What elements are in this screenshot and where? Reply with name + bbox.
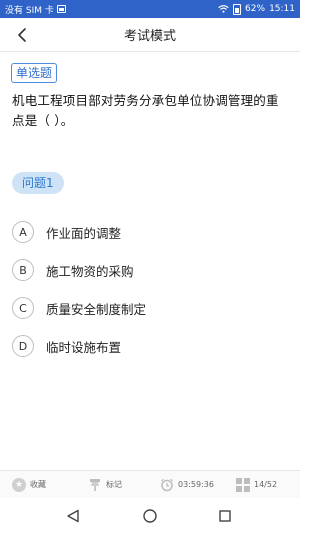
- clock-time: 15:11: [269, 4, 295, 14]
- status-bar: 没有 SIM 卡 62% 15:11: [0, 0, 300, 18]
- image-notification-icon: [56, 5, 66, 13]
- wifi-icon: [218, 5, 229, 13]
- option-letter: A: [12, 221, 34, 243]
- progress-text: 14/52: [254, 480, 278, 489]
- option-c[interactable]: C 质量安全制度制定: [12, 289, 290, 327]
- option-d[interactable]: D 临时设施布置: [12, 327, 290, 365]
- circle-home-icon: [143, 509, 157, 523]
- title-bar: 考试模式: [0, 18, 300, 52]
- nav-back-button[interactable]: [64, 507, 82, 525]
- page-title: 考试模式: [123, 29, 176, 44]
- nav-recents-button[interactable]: [216, 507, 234, 525]
- battery-icon: [233, 3, 242, 15]
- mark-label: 标记: [106, 480, 122, 489]
- nav-home-button[interactable]: [141, 507, 159, 525]
- option-text: 临时设施布置: [46, 339, 122, 355]
- battery-percent: 62%: [245, 4, 266, 14]
- mark-button[interactable]: 标记: [88, 478, 122, 492]
- option-letter: D: [12, 335, 34, 357]
- star-icon: ★: [12, 477, 26, 492]
- option-text: 作业面的调整: [46, 225, 122, 241]
- square-recents-icon: [219, 510, 231, 522]
- question-grid-button[interactable]: 14/52: [236, 477, 278, 492]
- bottom-toolbar: ★ 收藏 标记 03:59:36 14/52: [0, 470, 300, 498]
- back-button[interactable]: [10, 24, 34, 46]
- options-list: A 作业面的调整 B 施工物资的采购 C 质量安全制度制定 D 临时设施布置: [12, 213, 290, 365]
- option-a[interactable]: A 作业面的调整: [12, 213, 290, 251]
- favorite-button[interactable]: ★ 收藏: [12, 477, 46, 492]
- alarm-clock-icon: [161, 478, 173, 491]
- timer-text: 03:59:36: [178, 480, 214, 489]
- question-number-pill: 问题1: [12, 172, 64, 194]
- question-type-badge: 单选题: [11, 63, 58, 83]
- option-letter: B: [12, 259, 34, 281]
- pin-icon: [90, 478, 100, 491]
- option-b[interactable]: B 施工物资的采购: [12, 251, 290, 289]
- carrier-text: 没有 SIM 卡: [5, 5, 54, 16]
- chevron-left-icon: [18, 28, 26, 42]
- option-letter: C: [12, 297, 34, 319]
- system-nav-bar: [0, 498, 300, 533]
- option-text: 施工物资的采购: [46, 263, 134, 279]
- grid-icon: [236, 477, 250, 492]
- timer: 03:59:36: [160, 478, 214, 492]
- triangle-back-icon: [67, 509, 79, 523]
- question-text: 机电工程项目部对劳务分承包单位协调管理的重点是（ ）。: [12, 93, 279, 128]
- option-text: 质量安全制度制定: [46, 301, 147, 317]
- favorite-label: 收藏: [30, 480, 46, 489]
